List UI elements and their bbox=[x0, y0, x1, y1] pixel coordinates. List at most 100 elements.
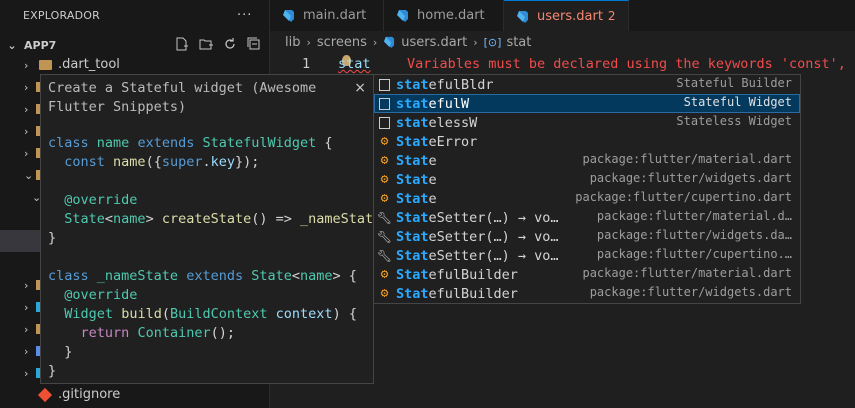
explorer-header: EXPLORADOR ··· bbox=[0, 0, 269, 31]
project-name: APP7 bbox=[24, 38, 57, 52]
chevron-right-icon: › bbox=[24, 146, 29, 160]
suggestion-label: e bbox=[428, 190, 437, 207]
refresh-icon[interactable] bbox=[222, 36, 238, 52]
suggestion-list: statefulBldr Stateful Builder statefulW … bbox=[373, 74, 801, 304]
chevron-right-icon: › bbox=[24, 58, 29, 72]
wrench-icon: 🔧︎ bbox=[376, 248, 393, 263]
tab-home-dart[interactable]: home.dart bbox=[384, 0, 504, 31]
dart-icon bbox=[396, 9, 409, 22]
suggestion-item[interactable]: statefulBldr Stateful Builder bbox=[374, 75, 800, 94]
snippet-icon bbox=[377, 115, 392, 130]
chevron-right-icon: › bbox=[473, 35, 478, 49]
suggestion-item[interactable]: ⚙ State package:flutter/cupertino.dart bbox=[374, 189, 800, 208]
suggestion-label: eError bbox=[428, 133, 478, 150]
explorer-title: EXPLORADOR bbox=[23, 9, 101, 22]
breadcrumb-item[interactable]: screens bbox=[317, 35, 367, 50]
suggestion-detail: Stateful Widget bbox=[683, 95, 792, 109]
suggestion-detail: package:flutter/material.d… bbox=[596, 209, 792, 223]
chevron-right-icon: › bbox=[306, 35, 311, 49]
suggestion-detail: Stateless Widget bbox=[676, 114, 792, 128]
tree-item-label: .gitignore bbox=[58, 387, 121, 402]
suggestion-item[interactable]: ⚙ StateError bbox=[374, 132, 800, 151]
tab-label: home.dart bbox=[417, 8, 485, 23]
suggestion-item[interactable]: ⚙ State package:flutter/material.dart bbox=[374, 151, 800, 170]
new-file-icon[interactable] bbox=[174, 36, 190, 52]
suggestion-label: eSetter(…) → vo… bbox=[428, 209, 559, 226]
match-prefix: Stat bbox=[396, 266, 429, 283]
explorer-actions bbox=[174, 36, 262, 52]
breadcrumb: lib › screens › users.dart › [⊙] stat bbox=[270, 31, 855, 53]
chevron-right-icon: › bbox=[24, 300, 29, 314]
suggestion-item[interactable]: ⚙ StatefulBuilder package:flutter/materi… bbox=[374, 265, 800, 284]
match-prefix: Stat bbox=[396, 285, 429, 302]
chevron-right-icon: › bbox=[372, 35, 378, 49]
tab-main-dart[interactable]: main.dart bbox=[270, 0, 384, 31]
snippet-icon bbox=[377, 77, 392, 92]
suggestion-item[interactable]: 🔧︎ StateSetter(…) → vo… package:flutter/… bbox=[374, 246, 800, 265]
suggestion-item[interactable]: statelessW Stateless Widget bbox=[374, 113, 800, 132]
suggestion-label: efulBldr bbox=[428, 76, 494, 93]
suggestion-item[interactable]: ⚙ StatefulBuilder package:flutter/widget… bbox=[374, 284, 800, 303]
suggestion-item-selected[interactable]: statefulW Stateful Widget bbox=[374, 94, 800, 113]
suggestion-label: efulBuilder bbox=[428, 285, 518, 302]
match-prefix: Stat bbox=[396, 228, 429, 245]
suggestion-detail: package:flutter/widgets.dart bbox=[589, 285, 792, 299]
problem-count-badge: 2 bbox=[607, 9, 616, 23]
chevron-right-icon: › bbox=[24, 124, 29, 138]
chevron-down-icon: ⌄ bbox=[24, 168, 34, 182]
breadcrumb-item[interactable]: stat bbox=[506, 35, 531, 50]
suggestion-label: e bbox=[428, 171, 437, 188]
match-prefix: stat bbox=[396, 76, 429, 93]
class-icon: ⚙ bbox=[380, 191, 389, 206]
suggestion-detail: package:flutter/cupertino.… bbox=[596, 247, 792, 261]
project-row[interactable]: ⌄ APP7 bbox=[0, 34, 270, 56]
typed-code[interactable]: stat bbox=[338, 56, 371, 72]
chevron-right-icon: › bbox=[24, 322, 29, 336]
match-prefix: stat bbox=[396, 95, 429, 112]
match-prefix: Stat bbox=[396, 152, 429, 169]
wrench-icon: 🔧︎ bbox=[376, 229, 393, 244]
new-folder-icon[interactable] bbox=[198, 36, 214, 52]
breadcrumb-item[interactable]: lib bbox=[285, 35, 300, 50]
tree-item-dart-tool[interactable]: › .dart_tool bbox=[0, 54, 270, 76]
suggestion-item[interactable]: 🔧︎ StateSetter(…) → vo… package:flutter/… bbox=[374, 208, 800, 227]
breadcrumb-item[interactable]: users.dart bbox=[401, 35, 467, 50]
folder-icon bbox=[39, 60, 52, 70]
chevron-right-icon: › bbox=[24, 344, 29, 358]
suggestion-detail: package:flutter/material.dart bbox=[582, 266, 792, 280]
suggestion-label: eSetter(…) → vo… bbox=[428, 247, 559, 264]
dart-icon bbox=[383, 36, 395, 48]
snippet-title: Create a Stateful widget (Awesome Flutte… bbox=[48, 80, 317, 115]
class-icon: ⚙ bbox=[380, 172, 389, 187]
inline-error-message: Variables must be declared using the key… bbox=[407, 56, 846, 72]
match-prefix: Stat bbox=[396, 209, 429, 226]
suggestion-label: efulBuilder bbox=[428, 266, 518, 283]
suggestion-detail: Stateful Builder bbox=[676, 76, 792, 90]
class-icon: ⚙ bbox=[380, 286, 389, 301]
suggestion-item[interactable]: ⚙ State package:flutter/widgets.dart bbox=[374, 170, 800, 189]
dart-icon bbox=[282, 9, 295, 22]
tab-label: main.dart bbox=[303, 8, 367, 23]
line-number: 1 bbox=[302, 56, 311, 72]
editor-tabs: main.dart home.dart users.dart 2 bbox=[270, 0, 855, 31]
suggestion-item[interactable]: 🔧︎ StateSetter(…) → vo… package:flutter/… bbox=[374, 227, 800, 246]
suggestion-detail: package:flutter/widgets.da… bbox=[596, 228, 792, 242]
suggestion-label: eSetter(…) → vo… bbox=[428, 228, 559, 245]
snippet-icon bbox=[377, 96, 392, 111]
match-prefix: Stat bbox=[396, 190, 429, 207]
suggestion-detail: package:flutter/widgets.dart bbox=[589, 171, 792, 185]
chevron-right-icon: › bbox=[24, 80, 29, 94]
ellipsis-icon[interactable]: ··· bbox=[237, 8, 252, 23]
tree-item-gitignore[interactable]: .gitignore bbox=[0, 384, 270, 406]
suggestion-detail: package:flutter/material.dart bbox=[582, 152, 792, 166]
class-icon: ⚙ bbox=[380, 134, 389, 149]
match-prefix: Stat bbox=[396, 171, 429, 188]
tab-users-dart[interactable]: users.dart 2 bbox=[504, 0, 629, 31]
suggestion-details-panel: Create a Stateful widget (Awesome Flutte… bbox=[40, 74, 374, 384]
suggestion-detail: package:flutter/cupertino.dart bbox=[575, 190, 792, 204]
chevron-right-icon: › bbox=[24, 278, 29, 292]
chevron-right-icon: › bbox=[24, 102, 29, 116]
collapse-all-icon[interactable] bbox=[246, 36, 262, 52]
chevron-right-icon: › bbox=[24, 366, 29, 380]
close-icon[interactable]: × bbox=[354, 80, 366, 96]
